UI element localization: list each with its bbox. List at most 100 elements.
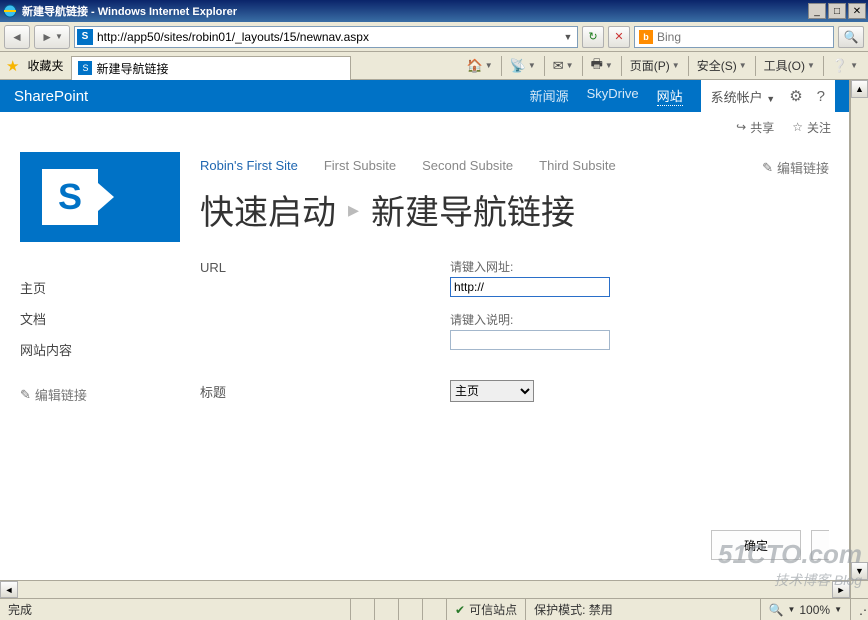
scroll-right-icon[interactable]: ► <box>832 581 850 598</box>
forward-button[interactable]: ► ▼ <box>34 25 70 49</box>
suite-nav: 新闻源 SkyDrive 网站 <box>530 86 683 106</box>
leftnav-edit-links[interactable]: ✎编辑链接 <box>20 379 200 410</box>
browser-tab[interactable]: S 新建导航链接 <box>71 56 351 80</box>
favorites-row: ★ 收藏夹 S 新建导航链接 🏠▼ 📡▼ ✉▼ 🖶▼ 页面(P)▼ 安全(S)▼… <box>0 52 868 80</box>
ie-command-toolbar: 🏠▼ 📡▼ ✉▼ 🖶▼ 页面(P)▼ 安全(S)▼ 工具(O)▼ ❔▼ <box>463 53 862 79</box>
heading-section-label: 标题 <box>200 380 450 416</box>
description-input-label: 请键入说明: <box>450 311 829 328</box>
nav-newsfeed[interactable]: 新闻源 <box>530 86 569 106</box>
page-content: SharePoint 新闻源 SkyDrive 网站 系统帐户 ▼ ⚙ ? ↪共… <box>0 80 850 580</box>
tools-menu[interactable]: 工具(O)▼ <box>760 55 819 76</box>
status-done: 完成 <box>0 599 350 620</box>
share-button[interactable]: ↪共享 <box>736 119 774 136</box>
scroll-up-icon[interactable]: ▲ <box>851 80 868 98</box>
horizontal-scrollbar[interactable]: ◄ ► <box>0 580 850 598</box>
sharepoint-logo-icon: S <box>42 169 98 225</box>
page-title: 快速启动 ▸ 新建导航链接 <box>200 179 829 258</box>
topnav-edit-links[interactable]: ✎编辑链接 <box>762 158 829 177</box>
settings-gear-icon[interactable]: ⚙ <box>789 87 802 105</box>
safety-menu[interactable]: 安全(S)▼ <box>693 55 751 76</box>
trusted-check-icon: ✔ <box>455 603 465 617</box>
title-part-newnav: 新建导航链接 <box>371 185 575 234</box>
page-menu[interactable]: 页面(P)▼ <box>626 55 684 76</box>
window-title: 新建导航链接 - Windows Internet Explorer <box>22 3 808 19</box>
site-favicon-icon: S <box>77 29 93 45</box>
resize-grip[interactable]: ⋰ <box>850 599 868 620</box>
stop-button[interactable]: ✕ <box>608 26 630 48</box>
status-trusted-sites[interactable]: ✔可信站点 <box>446 599 525 620</box>
nav-site[interactable]: 网站 <box>657 86 683 106</box>
search-button[interactable]: 🔍 <box>838 26 864 48</box>
favorites-label[interactable]: 收藏夹 <box>27 57 63 74</box>
top-nav-crumbs: Robin's First Site First Subsite Second … <box>200 152 829 179</box>
title-part-quicklaunch: 快速启动 <box>200 185 336 234</box>
sharepoint-ribbon: SharePoint 新闻源 SkyDrive 网站 系统帐户 ▼ ⚙ ? <box>0 80 849 112</box>
heading-select[interactable]: 主页 <box>450 380 534 402</box>
follow-button[interactable]: ☆关注 <box>792 119 831 136</box>
leftnav-documents[interactable]: 文档 <box>20 303 200 334</box>
favorites-star-icon[interactable]: ★ <box>6 57 19 75</box>
home-icon: 🏠 <box>467 58 483 74</box>
nav-skydrive[interactable]: SkyDrive <box>587 86 639 106</box>
page-actions-row: ↪共享 ☆关注 <box>0 112 849 142</box>
status-bar: 完成 ✔可信站点 保护模式: 禁用 🔍▼ 100% ▼ ⋰ <box>0 598 868 620</box>
status-zoom[interactable]: 🔍▼ 100% ▼ <box>760 599 851 620</box>
site-logo[interactable]: S <box>20 152 180 242</box>
scroll-down-icon[interactable]: ▼ <box>851 562 868 580</box>
crumb-subsite-2[interactable]: Second Subsite <box>422 158 513 177</box>
suite-user-area: 系统帐户 ▼ ⚙ ? <box>701 80 835 112</box>
leftnav-site-contents[interactable]: 网站内容 <box>20 334 200 365</box>
crumb-subsite-1[interactable]: First Subsite <box>324 158 396 177</box>
url-section-label: URL <box>200 258 450 364</box>
close-button[interactable]: ✕ <box>848 3 866 19</box>
url-input-field[interactable] <box>450 277 610 297</box>
minimize-button[interactable]: _ <box>808 3 826 19</box>
ok-button[interactable]: 确定 <box>711 530 801 560</box>
address-dropdown-icon[interactable]: ▼ <box>561 32 575 42</box>
url-input-label: 请键入网址: <box>450 258 829 275</box>
crumb-root-site[interactable]: Robin's First Site <box>200 158 298 177</box>
search-box[interactable]: b <box>634 26 834 48</box>
url-form-row: URL 请键入网址: 请键入说明: <box>200 258 829 364</box>
bing-icon: b <box>639 30 653 44</box>
vertical-scrollbar[interactable]: ▲ ▼ <box>850 80 868 580</box>
heading-form-row: 标题 主页 <box>200 380 829 416</box>
main-column: Robin's First Site First Subsite Second … <box>200 152 829 416</box>
user-menu[interactable]: 系统帐户 ▼ <box>711 87 776 106</box>
mail-button[interactable]: ✉▼ <box>549 56 578 76</box>
sharepoint-brand[interactable]: SharePoint <box>14 88 530 105</box>
quick-launch-nav: 主页 文档 网站内容 ✎编辑链接 <box>20 272 200 410</box>
share-icon: ↪ <box>736 120 746 134</box>
print-button[interactable]: 🖶▼ <box>587 53 617 79</box>
crumb-subsite-3[interactable]: Third Subsite <box>539 158 616 177</box>
scroll-left-icon[interactable]: ◄ <box>0 581 18 598</box>
feeds-button[interactable]: 📡▼ <box>506 56 540 76</box>
tab-favicon-icon: S <box>78 61 92 75</box>
home-button[interactable]: 🏠▼ <box>463 56 497 76</box>
pencil-icon: ✎ <box>762 160 773 176</box>
mail-icon: ✉ <box>553 58 564 74</box>
form-buttons: 确定 <box>711 530 829 560</box>
zoom-icon: 🔍 <box>769 603 784 617</box>
status-protected-mode: 保护模式: 禁用 <box>525 599 621 620</box>
ie-icon <box>2 3 18 19</box>
help-icon: ❔ <box>832 58 848 74</box>
refresh-button[interactable]: ↻ <box>582 26 604 48</box>
back-button[interactable]: ◄ <box>4 25 30 49</box>
window-titlebar: 新建导航链接 - Windows Internet Explorer _ □ ✕ <box>0 0 868 22</box>
scroll-corner <box>850 580 868 598</box>
search-input[interactable] <box>657 30 829 44</box>
address-bar-row: ◄ ► ▼ S ▼ ↻ ✕ b 🔍 <box>0 22 868 52</box>
print-icon: 🖶 <box>591 55 603 77</box>
title-separator-icon: ▸ <box>348 197 359 223</box>
url-input[interactable] <box>97 28 557 46</box>
follow-star-icon: ☆ <box>792 120 803 134</box>
pencil-icon: ✎ <box>20 387 31 403</box>
cancel-button-cut[interactable] <box>811 530 829 560</box>
help-button[interactable]: ❔▼ <box>828 56 862 76</box>
help-question-icon[interactable]: ? <box>817 88 825 105</box>
leftnav-home[interactable]: 主页 <box>20 272 200 303</box>
description-input-field[interactable] <box>450 330 610 350</box>
maximize-button[interactable]: □ <box>828 3 846 19</box>
address-box[interactable]: S ▼ <box>74 26 578 48</box>
